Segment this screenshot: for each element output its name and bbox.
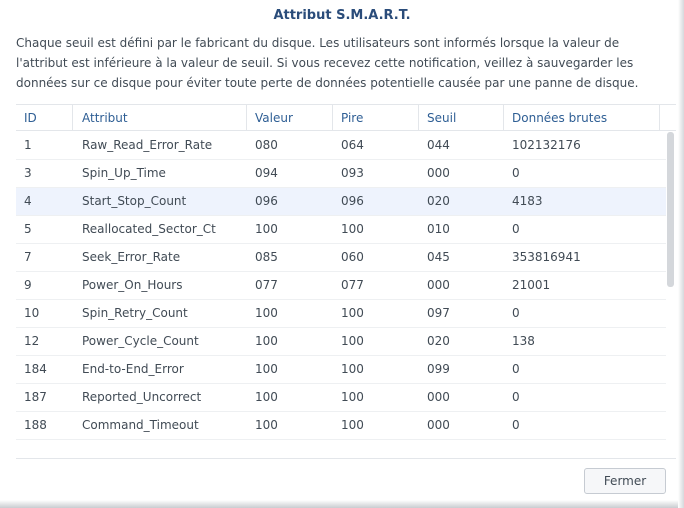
table-row[interactable]: 4 Start_Stop_Count 096 096 020 4183	[16, 188, 666, 216]
cell-id: 1	[24, 138, 32, 152]
footer-divider	[16, 458, 676, 459]
table-row[interactable]: 3 Spin_Up_Time 094 093 000 0	[16, 160, 666, 188]
cell-id: 4	[24, 194, 32, 208]
cell-attribute: Power_Cycle_Count	[82, 334, 199, 348]
cell-attribute: Command_Timeout	[82, 418, 199, 432]
cell-worst: 100	[341, 222, 364, 236]
cell-value: 100	[255, 418, 278, 432]
cell-worst: 064	[341, 138, 364, 152]
cell-id: 7	[24, 250, 32, 264]
cell-attribute: Spin_Up_Time	[82, 166, 166, 180]
cell-value: 085	[255, 250, 278, 264]
cell-raw-data: 102132176	[512, 138, 581, 152]
cell-threshold: 000	[427, 166, 450, 180]
table-row[interactable]: 10 Spin_Retry_Count 100 100 097 0	[16, 300, 666, 328]
column-header-id[interactable]: ID	[16, 105, 73, 131]
cell-value: 094	[255, 166, 278, 180]
cell-threshold: 010	[427, 222, 450, 236]
table-scrollbar[interactable]	[667, 132, 674, 287]
cell-value: 100	[255, 334, 278, 348]
cell-raw-data: 0	[512, 166, 520, 180]
cell-id: 9	[24, 278, 32, 292]
table-row[interactable]: 9 Power_On_Hours 077 077 000 21001	[16, 272, 666, 300]
cell-value: 100	[255, 306, 278, 320]
cell-id: 5	[24, 222, 32, 236]
cell-raw-data: 0	[512, 418, 520, 432]
dialog-bottom-edge	[0, 500, 684, 508]
cell-raw-data: 0	[512, 390, 520, 404]
cell-value: 080	[255, 138, 278, 152]
dialog-description: Chaque seuil est défini par le fabricant…	[16, 36, 639, 90]
column-header-value[interactable]: Valeur	[247, 105, 333, 131]
smart-attribute-dialog: Attribut S.M.A.R.T. Chaque seuil est déf…	[0, 0, 684, 508]
cell-value: 077	[255, 278, 278, 292]
cell-value: 100	[255, 222, 278, 236]
cell-threshold: 045	[427, 250, 450, 264]
dialog-title: Attribut S.M.A.R.T.	[273, 8, 411, 23]
table-header: ID Attribut Valeur Pire Seuil Données br…	[16, 104, 676, 131]
cell-worst: 100	[341, 418, 364, 432]
cell-threshold: 044	[427, 138, 450, 152]
column-header-attribute[interactable]: Attribut	[73, 105, 247, 131]
cell-worst: 100	[341, 306, 364, 320]
dialog-right-edge	[678, 0, 684, 508]
cell-value: 100	[255, 362, 278, 376]
cell-threshold: 099	[427, 362, 450, 376]
cell-attribute: Seek_Error_Rate	[82, 250, 181, 264]
smart-attribute-table: ID Attribut Valeur Pire Seuil Données br…	[16, 104, 676, 456]
table-row[interactable]: 12 Power_Cycle_Count 100 100 020 138	[16, 328, 666, 356]
cell-worst: 100	[341, 390, 364, 404]
cell-threshold: 000	[427, 390, 450, 404]
dialog-title-bar: Attribut S.M.A.R.T.	[0, 0, 684, 28]
cell-attribute: Reported_Uncorrect	[82, 390, 202, 404]
cell-id: 12	[24, 334, 40, 348]
cell-worst: 060	[341, 250, 364, 264]
cell-threshold: 000	[427, 418, 450, 432]
cell-threshold: 000	[427, 278, 450, 292]
table-row[interactable]: 188 Command_Timeout 100 100 000 0	[16, 412, 666, 440]
cell-attribute: Raw_Read_Error_Rate	[82, 138, 213, 152]
cell-raw-data: 0	[512, 306, 520, 320]
cell-worst: 093	[341, 166, 364, 180]
cell-value: 100	[255, 390, 278, 404]
table-row[interactable]: 1 Raw_Read_Error_Rate 080 064 044 102132176	[16, 132, 666, 160]
cell-attribute: Power_On_Hours	[82, 278, 183, 292]
cell-threshold: 020	[427, 194, 450, 208]
cell-raw-data: 0	[512, 362, 520, 376]
cell-worst: 100	[341, 334, 364, 348]
cell-threshold: 020	[427, 334, 450, 348]
cell-id: 10	[24, 306, 40, 320]
table-row[interactable]: 187 Reported_Uncorrect 100 100 000 0	[16, 384, 666, 412]
cell-raw-data: 353816941	[512, 250, 581, 264]
cell-id: 3	[24, 166, 32, 180]
cell-raw-data: 0	[512, 222, 520, 236]
cell-worst: 100	[341, 362, 364, 376]
cell-attribute: Start_Stop_Count	[82, 194, 187, 208]
table-row[interactable]: 7 Seek_Error_Rate 085 060 045 353816941	[16, 244, 666, 272]
cell-raw-data: 21001	[512, 278, 551, 292]
cell-worst: 077	[341, 278, 364, 292]
cell-id: 187	[24, 390, 47, 404]
cell-attribute: End-to-End_Error	[82, 362, 184, 376]
cell-worst: 096	[341, 194, 364, 208]
cell-attribute: Reallocated_Sector_Ct	[82, 222, 216, 236]
cell-id: 184	[24, 362, 47, 376]
cell-value: 096	[255, 194, 278, 208]
close-button[interactable]: Fermer	[584, 468, 666, 494]
column-header-worst[interactable]: Pire	[333, 105, 419, 131]
cell-raw-data: 138	[512, 334, 535, 348]
table-row[interactable]: 184 End-to-End_Error 100 100 099 0	[16, 356, 666, 384]
column-header-threshold[interactable]: Seuil	[419, 105, 504, 131]
cell-raw-data: 4183	[512, 194, 543, 208]
table-row[interactable]: 5 Reallocated_Sector_Ct 100 100 010 0	[16, 216, 666, 244]
cell-id: 188	[24, 418, 47, 432]
cell-threshold: 097	[427, 306, 450, 320]
cell-attribute: Spin_Retry_Count	[82, 306, 188, 320]
column-header-raw-data[interactable]: Données brutes	[504, 105, 660, 131]
